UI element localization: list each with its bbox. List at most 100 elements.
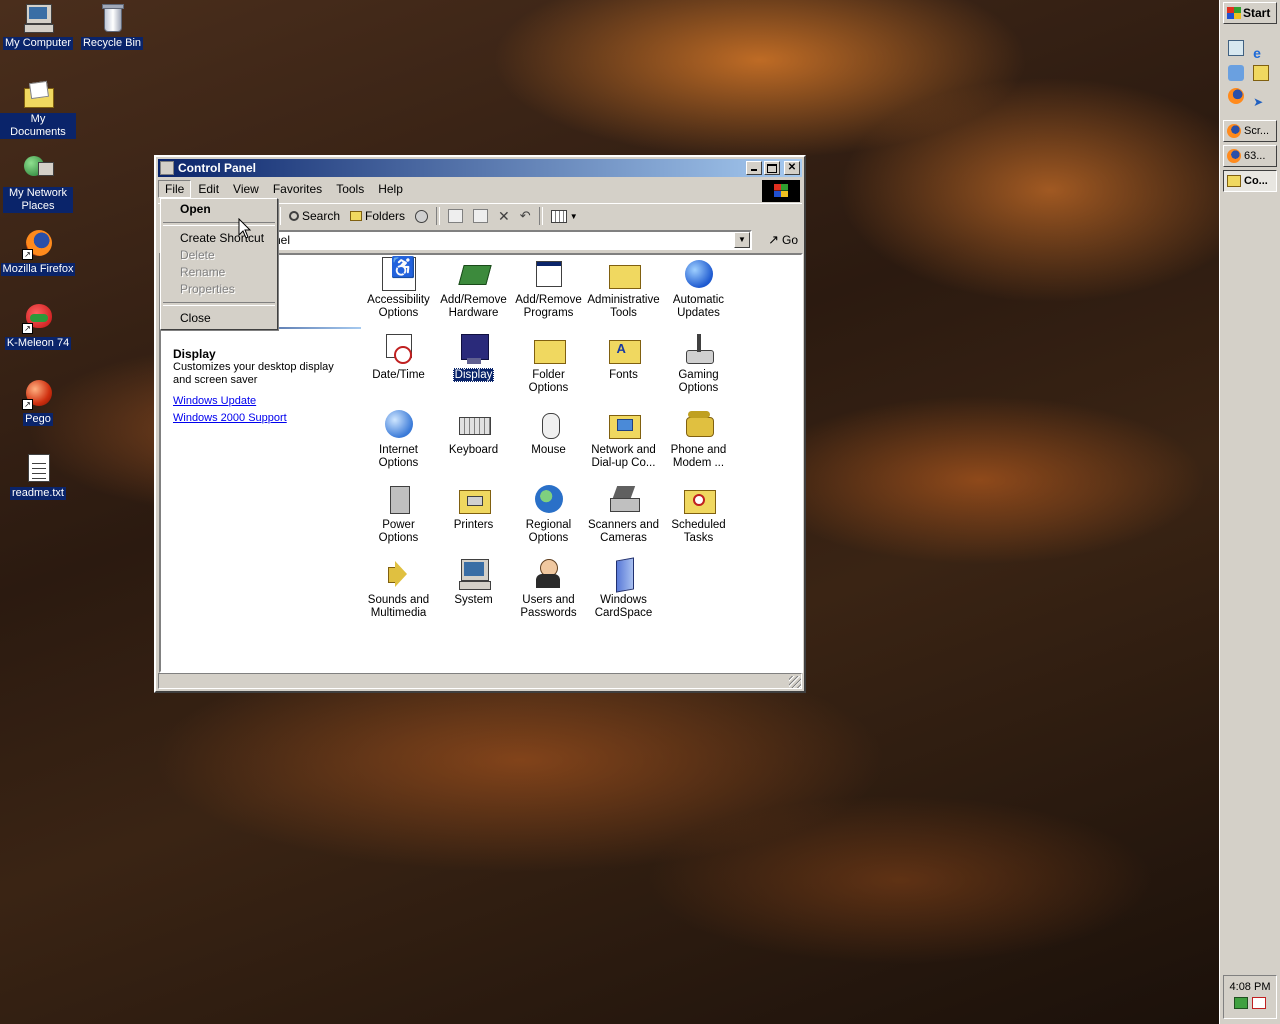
- search-button[interactable]: Search: [284, 209, 345, 223]
- desktop-icon-my-computer[interactable]: My Computer: [0, 2, 76, 50]
- system-tray: 4:08 PM: [1223, 975, 1277, 1019]
- network-tray-icon[interactable]: [1234, 997, 1248, 1009]
- menu-view[interactable]: View: [226, 180, 266, 198]
- cp-item-gaming-options[interactable]: Gaming Options: [661, 330, 736, 395]
- menu-favorites[interactable]: Favorites: [266, 180, 329, 198]
- clock[interactable]: 4:08 PM: [1224, 981, 1276, 993]
- minimize-icon: [751, 169, 757, 171]
- cp-item-sounds-multimedia[interactable]: Sounds and Multimedia: [361, 555, 436, 620]
- shortcut-arrow-icon: ↗: [22, 249, 33, 260]
- cp-item-regional-options[interactable]: Regional Options: [511, 480, 586, 545]
- text-file-icon: [22, 452, 54, 484]
- address-input[interactable]: nel ▼: [268, 230, 752, 250]
- copy-to-button[interactable]: [468, 209, 493, 223]
- desktop-icon-my-network-places[interactable]: My Network Places: [0, 152, 76, 213]
- folders-icon: [350, 211, 363, 221]
- cp-item-network-dialup[interactable]: Network and Dial-up Co...: [586, 405, 661, 470]
- go-arrow-icon: ↗: [768, 232, 779, 247]
- link-windows-update[interactable]: Windows Update: [173, 395, 256, 407]
- cp-item-folder-options[interactable]: Folder Options: [511, 330, 586, 395]
- task-button-63[interactable]: 63...: [1223, 145, 1277, 167]
- cp-item-mouse[interactable]: Mouse: [511, 405, 586, 457]
- cp-item-add-remove-hardware[interactable]: Add/Remove Hardware: [436, 255, 511, 320]
- cp-item-windows-cardspace[interactable]: Windows CardSpace: [586, 555, 661, 620]
- desktop-icon-label: Recycle Bin: [80, 37, 144, 50]
- cp-item-printers[interactable]: Printers: [436, 480, 511, 532]
- start-button[interactable]: Start: [1223, 2, 1277, 24]
- move-to-button[interactable]: [443, 209, 468, 223]
- users-keys-icon: [532, 557, 566, 591]
- shortcut-arrow-icon: ↗: [22, 323, 33, 334]
- security-tray-icon[interactable]: [1252, 997, 1266, 1009]
- address-dropdown-button[interactable]: ▼: [734, 232, 750, 248]
- task-button-screenshot[interactable]: Scr...: [1223, 120, 1277, 142]
- show-desktop-icon[interactable]: [1228, 40, 1244, 56]
- cp-item-internet-options[interactable]: Internet Options: [361, 405, 436, 470]
- move-to-icon: [448, 209, 464, 223]
- menu-separator: [163, 222, 275, 226]
- folders-button[interactable]: Folders: [345, 209, 410, 223]
- outlook-express-icon[interactable]: [1228, 65, 1244, 81]
- menu-item-create-shortcut[interactable]: Create Shortcut: [161, 230, 277, 247]
- task-button-label: 63...: [1244, 150, 1266, 162]
- chevron-down-icon: ▼: [569, 211, 578, 221]
- globe-icon: [532, 482, 566, 516]
- desktop-icon-my-documents[interactable]: My Documents: [0, 78, 76, 139]
- cp-item-keyboard[interactable]: Keyboard: [436, 405, 511, 457]
- desktop-icon-recycle-bin[interactable]: Recycle Bin: [74, 2, 150, 50]
- cp-item-scheduled-tasks[interactable]: Scheduled Tasks: [661, 480, 736, 545]
- cp-item-phone-modem[interactable]: Phone and Modem ...: [661, 405, 736, 470]
- cp-item-automatic-updates[interactable]: Automatic Updates: [661, 255, 736, 320]
- menu-edit[interactable]: Edit: [191, 180, 226, 198]
- maximize-button[interactable]: [764, 161, 780, 175]
- firefox-icon[interactable]: [1228, 88, 1244, 104]
- cp-item-display[interactable]: Display: [436, 330, 511, 382]
- calendar-clock-icon: [382, 332, 416, 366]
- cp-item-add-remove-programs[interactable]: Add/Remove Programs: [511, 255, 586, 320]
- close-button[interactable]: ✕: [784, 161, 800, 175]
- cp-item-fonts[interactable]: A Fonts: [586, 330, 661, 382]
- file-menu-dropdown: Open Create Shortcut Delete Rename Prope…: [160, 198, 278, 330]
- computer-icon: [22, 2, 54, 34]
- minimize-button[interactable]: [746, 161, 762, 175]
- recycle-bin-icon: [96, 2, 128, 34]
- cp-item-power-options[interactable]: Power Options: [361, 480, 436, 545]
- menu-item-open[interactable]: Open: [161, 201, 277, 218]
- link-windows-2000-support[interactable]: Windows 2000 Support: [173, 412, 287, 424]
- delete-button[interactable]: ✕: [493, 208, 515, 225]
- menu-item-close[interactable]: Close: [161, 310, 277, 327]
- cp-item-label: Accessibility Options: [367, 294, 430, 319]
- cp-item-users-passwords[interactable]: Users and Passwords: [511, 555, 586, 620]
- task-button-control-panel[interactable]: Co...: [1223, 170, 1277, 192]
- go-button[interactable]: ↗ Go: [768, 232, 798, 248]
- cp-item-administrative-tools[interactable]: Administrative Tools: [586, 255, 661, 320]
- undo-button[interactable]: ↶: [515, 208, 536, 224]
- cp-item-date-time[interactable]: Date/Time: [361, 330, 436, 382]
- resize-grip[interactable]: [789, 676, 801, 688]
- media-player-icon[interactable]: ➤: [1253, 94, 1269, 110]
- windows-logo-icon: [1227, 7, 1241, 19]
- cp-item-accessibility-options[interactable]: ♿ Accessibility Options: [361, 255, 436, 320]
- desktop-icon-pego[interactable]: ↗ Pego: [0, 378, 76, 426]
- automatic-updates-icon: [682, 257, 716, 291]
- cp-item-label: Folder Options: [528, 369, 569, 394]
- desktop-icon-mozilla-firefox[interactable]: ↗ Mozilla Firefox: [0, 228, 76, 276]
- cp-item-label: Add/Remove Programs: [515, 294, 582, 319]
- desktop-icon-label: Mozilla Firefox: [0, 263, 76, 276]
- views-icon: [550, 209, 567, 223]
- history-button[interactable]: [410, 209, 433, 223]
- cp-item-system[interactable]: System: [436, 555, 511, 607]
- desktop-icon-k-meleon[interactable]: ↗ K-Meleon 74: [0, 302, 76, 350]
- cp-item-scanners-cameras[interactable]: Scanners and Cameras: [586, 480, 661, 545]
- desktop-icon-readme[interactable]: readme.txt: [0, 452, 76, 500]
- folder-options-icon: [532, 332, 566, 366]
- menu-file[interactable]: File: [158, 180, 192, 198]
- menu-tools[interactable]: Tools: [329, 180, 371, 198]
- views-button[interactable]: ▼: [546, 209, 583, 223]
- internet-explorer-icon[interactable]: e: [1253, 45, 1269, 61]
- title-bar[interactable]: Control Panel ✕: [158, 159, 802, 177]
- cp-item-label: Windows CardSpace: [594, 594, 653, 619]
- hardware-icon: [457, 257, 492, 291]
- menu-help[interactable]: Help: [371, 180, 410, 198]
- search-folder-icon[interactable]: [1253, 65, 1270, 81]
